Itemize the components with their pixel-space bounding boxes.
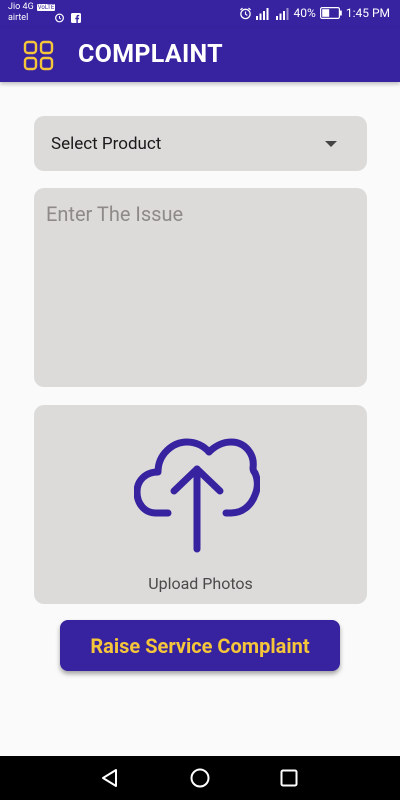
page-title: COMPLAINT [78, 40, 223, 69]
grid-menu-button[interactable] [22, 39, 56, 73]
back-button[interactable] [99, 767, 121, 789]
clock: 1:45 PM [345, 6, 390, 20]
recents-square-icon [280, 769, 298, 787]
cloud-upload-icon [134, 438, 260, 553]
signal-icon-2 [275, 7, 290, 20]
app-bar: COMPLAINT [0, 28, 400, 82]
raise-service-complaint-button[interactable]: Raise Service Complaint [60, 620, 340, 671]
upload-photos-area[interactable]: Upload Photos [34, 405, 367, 604]
recents-button[interactable] [278, 767, 300, 789]
signal-icon-1 [255, 7, 272, 20]
carrier-1: Jio 4G [8, 2, 34, 12]
dropdown-arrow-icon [325, 141, 337, 147]
battery-percent: 40% [293, 6, 316, 20]
volte-badge: VoLTE [36, 4, 56, 11]
product-select[interactable]: Select Product [34, 116, 367, 171]
home-circle-icon [190, 768, 210, 788]
back-triangle-icon [102, 769, 117, 787]
alarm-icon [239, 7, 252, 20]
upload-photos-label: Upload Photos [148, 574, 253, 593]
issue-input[interactable] [34, 188, 367, 387]
facebook-icon [71, 8, 81, 27]
grid-icon [23, 40, 54, 71]
product-select-value: Select Product [51, 134, 162, 154]
status-bar: Jio 4G VoLTE airtel 40% 1:45 PM [0, 0, 400, 28]
system-nav-bar [0, 756, 400, 800]
battery-icon [319, 7, 342, 19]
carrier-2: airtel [8, 13, 29, 23]
alarm-notification-icon [54, 8, 65, 27]
home-button[interactable] [189, 767, 211, 789]
carrier-info: Jio 4G VoLTE airtel [8, 2, 56, 24]
